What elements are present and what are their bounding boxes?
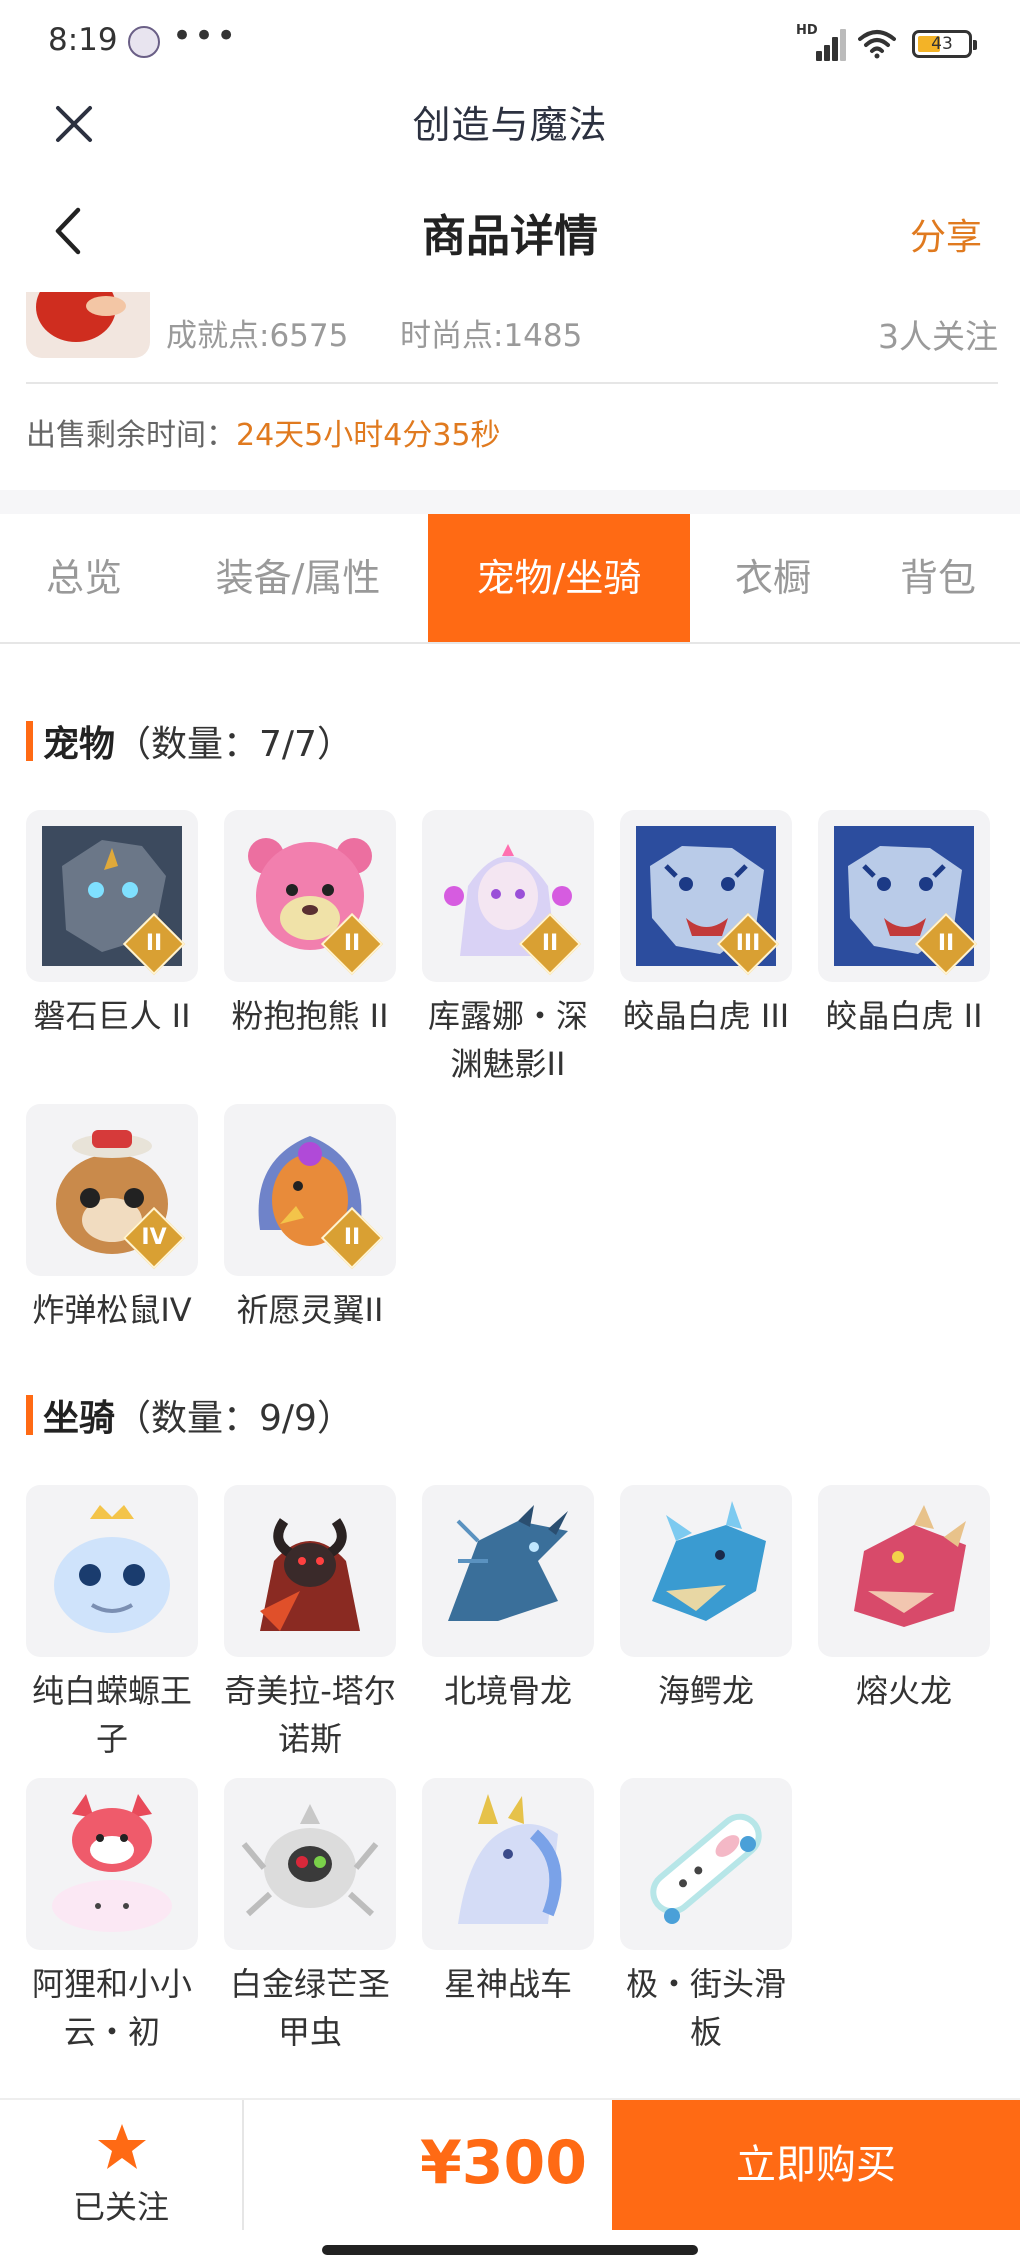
notification-app-icon: [128, 26, 160, 58]
battery-level: 43: [931, 34, 953, 54]
pets-count: （数量：7/7）: [115, 724, 353, 765]
chimera-icon: [260, 1518, 360, 1631]
sale-countdown: 24天5小时4分35秒: [236, 418, 501, 453]
seller-info-row: 成就点:6575 时尚点:1485 3人关注: [26, 292, 998, 384]
follow-button[interactable]: 已关注: [0, 2100, 244, 2230]
mount-card[interactable]: 纯白蝾螈王子: [22, 1485, 202, 1763]
pet-card[interactable]: II 皎晶白虎 II: [814, 810, 994, 1040]
home-indicator[interactable]: [322, 2245, 698, 2255]
mount-name: 阿狸和小小云・初: [31, 1965, 192, 2051]
buy-now-button[interactable]: 立即购买: [612, 2100, 1020, 2230]
follow-label: 已关注: [72, 2188, 169, 2226]
pet-card[interactable]: II 库露娜・深渊魅影II: [418, 810, 598, 1088]
wifi-icon: [858, 30, 896, 59]
white-salamander-icon: [54, 1505, 170, 1633]
scarab-icon: [241, 1804, 379, 1917]
bone-dragon-icon: [448, 1505, 568, 1621]
mount-name: 纯白蝾螈王子: [31, 1672, 192, 1758]
avatar: [26, 292, 150, 358]
mount-card[interactable]: 白金绿芒圣甲虫: [220, 1778, 400, 2056]
section-divider: [0, 490, 1020, 514]
status-bar: 8:19 ••• HD 43: [0, 0, 1020, 82]
pet-name: 炸弹松鼠IV: [32, 1291, 192, 1329]
signal-icon: HD: [796, 23, 846, 61]
tab-backpack[interactable]: 背包: [856, 514, 1020, 642]
webview-title: 创造与魔法: [412, 103, 608, 147]
mount-card[interactable]: 极・街头滑板: [616, 1778, 796, 2056]
webview-title-bar: 创造与魔法: [0, 82, 1020, 182]
mounts-section-header: 坐骑 （数量：9/9）: [26, 1390, 353, 1440]
mount-card[interactable]: 北境骨龙: [418, 1485, 598, 1715]
mount-name: 极・街头滑板: [625, 1965, 786, 2051]
pet-card[interactable]: II 粉抱抱熊 II: [220, 810, 400, 1040]
pets-section-header: 宠物 （数量：7/7）: [26, 716, 353, 766]
pet-card[interactable]: III 皎晶白虎 III: [616, 810, 796, 1040]
mount-card[interactable]: 熔火龙: [814, 1485, 994, 1715]
mount-name: 白金绿芒圣甲虫: [229, 1965, 390, 2051]
lava-dragon-icon: [854, 1505, 966, 1627]
sale-time-label: 出售剩余时间：: [26, 418, 236, 453]
pet-name: 磐石巨人 II: [33, 997, 191, 1035]
fashion-points: 时尚点:1485: [400, 318, 583, 354]
page-header: 商品详情 分享: [0, 182, 1020, 292]
sea-croc-dragon-icon: [652, 1501, 766, 1621]
share-button[interactable]: 分享: [910, 208, 982, 260]
pet-name: 粉抱抱熊 II: [231, 997, 389, 1035]
pet-card[interactable]: II 祈愿灵翼II: [220, 1104, 400, 1334]
page-title: 商品详情: [422, 211, 598, 262]
mount-name: 海鳄龙: [657, 1672, 754, 1710]
pet-name: 皎晶白虎 III: [622, 997, 790, 1035]
tab-wardrobe[interactable]: 衣橱: [690, 514, 856, 642]
tab-overview[interactable]: 总览: [0, 514, 168, 642]
section-marker: [26, 721, 33, 761]
ali-cloud-icon: [52, 1794, 172, 1932]
mount-name: 星神战车: [443, 1965, 572, 2003]
skateboard-icon: [650, 1813, 762, 1924]
status-indicators: HD 43: [796, 23, 977, 64]
section-marker: [26, 1395, 33, 1435]
pet-card[interactable]: II 磐石巨人 II: [22, 810, 202, 1040]
follower-count: 3人关注: [878, 317, 998, 356]
mounts-count: （数量：9/9）: [115, 1398, 353, 1439]
mounts-title: 坐骑: [43, 1398, 116, 1439]
detail-tabs: 总览 装备/属性 宠物/坐骑 衣橱 背包: [0, 514, 1020, 644]
mount-card[interactable]: 海鳄龙: [616, 1485, 796, 1715]
pets-title: 宠物: [43, 724, 116, 765]
bottom-action-bar: 已关注 ¥300 立即购买: [0, 2098, 1020, 2267]
mount-name: 熔火龙: [855, 1672, 952, 1710]
mount-name: 北境骨龙: [443, 1672, 572, 1710]
pet-name: 库露娜・深渊魅影II: [427, 997, 588, 1083]
battery-icon: 43: [912, 30, 977, 58]
mount-card[interactable]: 阿狸和小小云・初: [22, 1778, 202, 2056]
more-notifications-icon: •••: [172, 16, 239, 56]
pet-card[interactable]: IV 炸弹松鼠IV: [22, 1104, 202, 1334]
achievement-points: 成就点:6575: [166, 318, 349, 354]
pet-name: 祈愿灵翼II: [236, 1291, 384, 1329]
star-chariot-icon: [458, 1794, 562, 1924]
pet-name: 皎晶白虎 II: [825, 997, 983, 1035]
mount-card[interactable]: 奇美拉-塔尔诺斯: [220, 1485, 400, 1763]
sale-time-row: 出售剩余时间：24天5小时4分35秒: [26, 410, 501, 454]
tab-equipment[interactable]: 装备/属性: [168, 514, 428, 642]
mount-name: 奇美拉-塔尔诺斯: [224, 1672, 396, 1758]
star-icon: [98, 2124, 146, 2169]
price: ¥300: [420, 2128, 587, 2198]
status-time: 8:19: [48, 22, 118, 58]
tab-pets-mounts[interactable]: 宠物/坐骑: [428, 514, 690, 642]
mount-card[interactable]: 星神战车: [418, 1778, 598, 2008]
